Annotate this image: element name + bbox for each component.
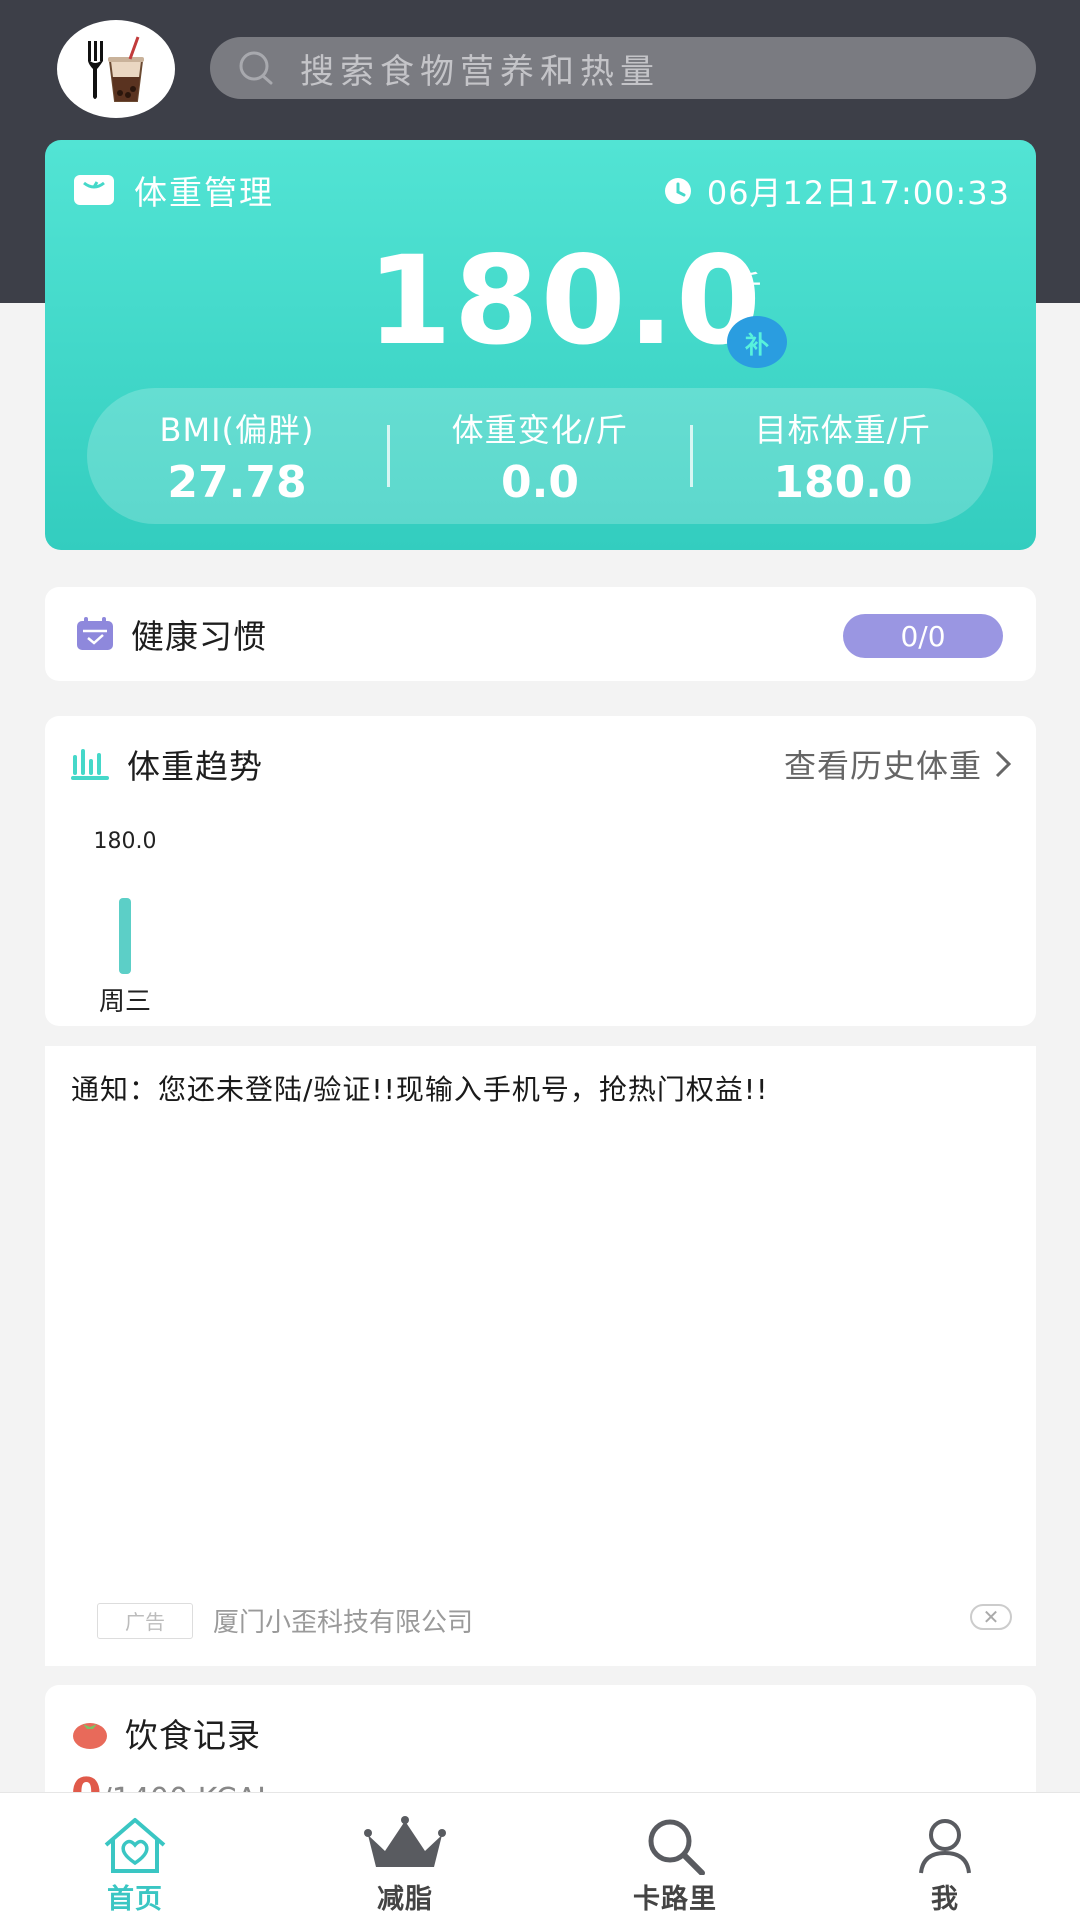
tab-calorie[interactable]: 卡路里 [540,1793,810,1920]
tab-label: 减脂 [377,1884,433,1915]
ad-footer: 广告 厦门小歪科技有限公司 [97,1602,473,1639]
supplement-weight-button[interactable]: 补 [727,316,787,368]
weight-stats: BMI(偏胖) 27.78 体重变化/斤 0.0 目标体重/斤 180.0 [87,388,993,524]
stat-value: 27.78 [167,456,307,508]
notice-ad-card[interactable]: 通知：您还未登陆/验证!!现输入手机号，抢热门权益!! 广告 厦门小歪科技有限公… [45,1046,1036,1666]
search-bar[interactable]: 搜索食物营养和热量 [210,37,1036,99]
weight-management-card[interactable]: 体重管理 06月12日17:00:33 180.0 斤 补 BMI(偏胖) 27… [45,140,1036,550]
stat-value: 0.0 [501,456,579,508]
ad-company-name: 厦门小歪科技有限公司 [213,1608,474,1638]
weight-card-header: 体重管理 [72,166,274,214]
stat-label: BMI(偏胖) [159,410,315,449]
weight-unit: 斤 [732,270,762,305]
current-weight-value[interactable]: 180.0 [367,240,763,362]
home-heart-icon [100,1793,170,1877]
chart-data-label: 180.0 [94,829,157,854]
app-logo[interactable] [57,20,175,118]
tab-profile[interactable]: 我 [810,1793,1080,1920]
scale-icon [74,175,114,205]
weight-trend-card: 体重趋势 查看历史体重 180.0 周三 [45,716,1036,1026]
search-icon [640,1793,710,1877]
tomato-icon [73,1723,107,1749]
login-notice-text[interactable]: 通知：您还未登陆/验证!!现输入手机号，抢热门权益!! [71,1068,768,1108]
crown-icon [360,1793,450,1877]
stat-value: 180.0 [773,456,913,508]
clock-icon [664,178,691,204]
health-habit-card[interactable]: 健康习惯 0/0 [45,587,1036,681]
diet-header: 饮食记录 [71,1709,261,1757]
weight-card-title: 体重管理 [134,173,274,212]
search-placeholder: 搜索食物营养和热量 [300,51,660,92]
stat-target-weight[interactable]: 目标体重/斤 180.0 [693,405,993,508]
tab-home[interactable]: 首页 [0,1793,270,1920]
ad-close-button[interactable]: ✕ [970,1604,1012,1630]
chart-tick-label: 周三 [99,987,151,1017]
tab-label: 我 [931,1884,959,1915]
bottom-tab-bar: 首页 减脂 卡路里 我 [0,1792,1080,1920]
calendar-icon [77,617,113,650]
search-icon [239,51,273,85]
weight-trend-chart: 180.0 周三 [94,829,157,1017]
stat-bmi: BMI(偏胖) 27.78 [87,405,387,508]
weight-timestamp: 06月12日17:00:33 [663,168,1010,214]
tab-fat-loss[interactable]: 减脂 [270,1793,540,1920]
timestamp-text: 06月12日17:00:33 [706,174,1010,212]
fork-and-milk-tea-logo-icon [88,36,144,102]
tab-label: 卡路里 [633,1884,717,1915]
stat-label: 目标体重/斤 [754,410,932,449]
diet-title: 饮食记录 [125,1716,261,1755]
chart-bar [119,898,131,974]
stat-label: 体重变化/斤 [451,410,629,449]
tab-label: 首页 [107,1884,163,1915]
user-icon [915,1793,975,1877]
stat-weight-change: 体重变化/斤 0.0 [390,405,690,508]
ad-tag: 广告 [97,1602,193,1639]
habit-progress-badge[interactable]: 0/0 [843,614,1003,658]
habit-title: 健康习惯 [131,617,267,656]
